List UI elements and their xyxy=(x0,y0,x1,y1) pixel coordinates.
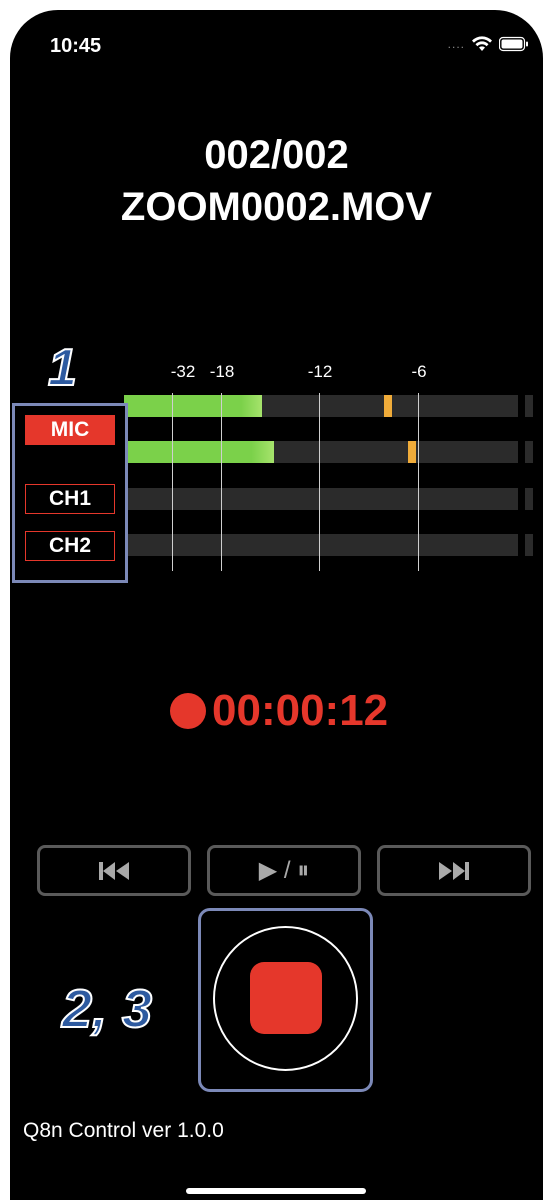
meter-grid-line xyxy=(221,393,222,571)
wifi-icon xyxy=(472,36,492,51)
signal-icon: .... xyxy=(447,37,465,51)
recording-timer: 00:00:12 xyxy=(170,686,388,736)
level-meter-clip xyxy=(525,488,533,510)
meter-grid-line xyxy=(418,393,419,571)
play-pause-button[interactable]: ▶ / ⏸ xyxy=(207,845,361,896)
scale-label: -12 xyxy=(307,362,333,381)
status-time: 10:45 xyxy=(50,35,102,57)
annotation-marker-2-3: 2, 3 xyxy=(61,978,153,1040)
level-meter-bar xyxy=(124,441,518,463)
record-stop-button[interactable] xyxy=(213,926,358,1071)
stop-icon xyxy=(250,962,322,1034)
level-meter-peak xyxy=(407,441,416,463)
channel-button-mic[interactable]: MIC xyxy=(25,415,115,445)
level-meter-bar xyxy=(124,395,518,417)
level-meter-bar xyxy=(124,488,518,510)
status-icons: .... xyxy=(448,36,529,52)
level-meter-clip xyxy=(525,395,533,417)
home-indicator[interactable] xyxy=(186,1188,366,1194)
skip-forward-icon xyxy=(439,861,469,880)
level-meter-peak xyxy=(384,395,393,417)
skip-back-icon xyxy=(99,861,129,880)
recording-dot-icon xyxy=(170,693,206,729)
file-name: ZOOM0002.MOV xyxy=(120,185,433,229)
meter-grid-line xyxy=(319,393,320,571)
scale-label: -32 xyxy=(170,362,196,381)
battery-icon xyxy=(499,36,528,52)
skip-forward-button[interactable] xyxy=(377,845,531,896)
annotation-marker-1: 1 xyxy=(47,338,78,398)
channel-button-ch2[interactable]: CH2 xyxy=(25,531,115,561)
app-version: Q8n Control ver 1.0.0 xyxy=(23,1119,224,1142)
channel-button-ch1[interactable]: CH1 xyxy=(25,484,115,514)
elapsed-time: 00:00:12 xyxy=(212,686,389,735)
skip-back-button[interactable] xyxy=(37,845,191,896)
play-pause-label: ▶ / ⏸ xyxy=(258,857,310,884)
level-meter-fill xyxy=(124,395,262,417)
level-meter-clip xyxy=(525,534,533,556)
scale-label: -6 xyxy=(411,362,427,381)
level-meter-bar xyxy=(124,534,518,556)
meter-grid-line xyxy=(172,393,173,571)
level-meter-clip xyxy=(525,441,533,463)
scale-label: -18 xyxy=(209,362,235,381)
file-counter: 002/002 xyxy=(204,133,349,177)
app-screen: 10:45 .... 002/002 ZOOM0002.MOV 1 -32 -1… xyxy=(10,10,543,1200)
level-meter-fill xyxy=(124,441,274,463)
record-button-frame xyxy=(198,908,373,1092)
channel-selector: MIC CH1 CH2 xyxy=(12,403,128,583)
